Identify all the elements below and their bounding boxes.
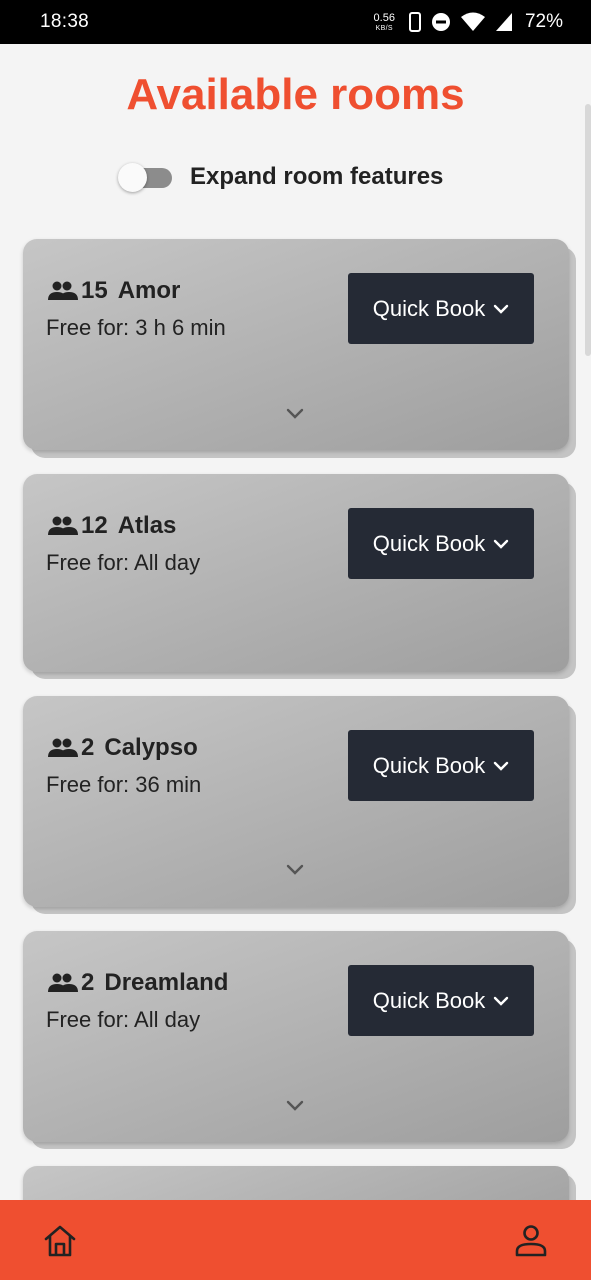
quick-book-label: Quick Book bbox=[372, 530, 486, 556]
quick-book-label: Quick Book bbox=[372, 752, 486, 778]
chevron-down-icon bbox=[494, 539, 509, 549]
page-title: Available rooms bbox=[126, 70, 465, 119]
room-name: Dreamland bbox=[104, 969, 229, 996]
room-card[interactable]: 2 Calypso Free for: 36 min Quick Book bbox=[23, 696, 569, 907]
room-card-amor[interactable]: 15 Amor Free for: 3 h 6 min Quick Book bbox=[23, 239, 576, 458]
room-card[interactable]: 2 Dreamland Free for: All day Quick Book bbox=[23, 931, 569, 1142]
room-card-calypso[interactable]: 2 Calypso Free for: 36 min Quick Book bbox=[23, 696, 576, 914]
room-card[interactable]: 12 Atlas Free for: All day Quick Book bbox=[23, 474, 569, 672]
room-free-time: Free for: 36 min bbox=[46, 772, 202, 797]
room-name: Amor bbox=[117, 277, 181, 304]
signal-icon bbox=[495, 13, 512, 31]
quick-book-button[interactable]: Quick Book bbox=[348, 730, 534, 801]
room-list-screen[interactable]: Available rooms Expand room features 15 … bbox=[0, 44, 591, 1200]
expand-chevron-icon[interactable] bbox=[285, 863, 305, 877]
room-header: 2 Calypso bbox=[47, 734, 198, 762]
phone-vibrate-icon bbox=[408, 12, 421, 32]
expand-chevron-icon[interactable] bbox=[285, 407, 305, 421]
room-card-atlas[interactable]: 12 Atlas Free for: All day Quick Book bbox=[23, 474, 576, 679]
room-free-time: Free for: All day bbox=[46, 550, 201, 575]
room-name: Calypso bbox=[104, 734, 198, 761]
quick-book-label: Quick Book bbox=[372, 295, 486, 321]
network-speed: 0.56 KB/S bbox=[373, 11, 395, 32]
expand-features-toggle[interactable] bbox=[118, 160, 172, 194]
expand-features-label: Expand room features bbox=[190, 163, 444, 190]
room-header: 12 Atlas bbox=[47, 512, 176, 540]
room-header: 2 Dreamland bbox=[47, 969, 228, 997]
room-card-dreamland[interactable]: 2 Dreamland Free for: All day Quick Book bbox=[23, 931, 576, 1149]
room-card[interactable] bbox=[23, 1166, 569, 1200]
people-icon bbox=[48, 516, 78, 535]
quick-book-label: Quick Book bbox=[372, 987, 486, 1013]
do-not-disturb-icon bbox=[431, 13, 450, 31]
status-bar: 18:38 0.56 KB/S 72% bbox=[0, 0, 591, 44]
room-card-partial[interactable] bbox=[23, 1166, 576, 1200]
room-header: 15 Amor bbox=[47, 277, 180, 305]
person-icon[interactable] bbox=[513, 1224, 549, 1258]
room-capacity: 2 bbox=[81, 969, 95, 996]
bottom-navigation bbox=[0, 1200, 591, 1280]
wifi-icon bbox=[460, 12, 485, 31]
chevron-down-icon bbox=[494, 304, 509, 314]
home-icon[interactable] bbox=[42, 1224, 78, 1258]
room-free-time: Free for: 3 h 6 min bbox=[46, 315, 226, 340]
toggle-thumb bbox=[118, 163, 147, 192]
status-time: 18:38 bbox=[40, 11, 90, 32]
quick-book-button[interactable]: Quick Book bbox=[348, 273, 534, 344]
chevron-down-icon bbox=[494, 996, 509, 1006]
room-capacity: 15 bbox=[81, 277, 108, 304]
people-icon bbox=[48, 281, 78, 300]
people-icon bbox=[48, 738, 78, 757]
room-capacity: 2 bbox=[81, 734, 95, 761]
people-icon bbox=[48, 973, 78, 992]
battery-percentage: 72% bbox=[524, 11, 563, 32]
expand-chevron-icon[interactable] bbox=[285, 1099, 305, 1113]
network-speed-unit: KB/S bbox=[375, 24, 393, 32]
quick-book-button[interactable]: Quick Book bbox=[348, 508, 534, 579]
network-speed-value: 0.56 bbox=[373, 11, 395, 24]
room-free-time: Free for: All day bbox=[46, 1007, 201, 1032]
status-icons: 0.56 KB/S 72% bbox=[374, 11, 563, 33]
room-card[interactable]: 15 Amor Free for: 3 h 6 min Quick Book bbox=[23, 239, 569, 450]
expand-features-row[interactable]: Expand room features bbox=[118, 160, 443, 194]
scrollbar[interactable] bbox=[585, 104, 591, 356]
quick-book-button[interactable]: Quick Book bbox=[348, 965, 534, 1036]
room-capacity: 12 bbox=[81, 512, 108, 539]
room-name: Atlas bbox=[117, 512, 177, 539]
chevron-down-icon bbox=[494, 761, 509, 771]
